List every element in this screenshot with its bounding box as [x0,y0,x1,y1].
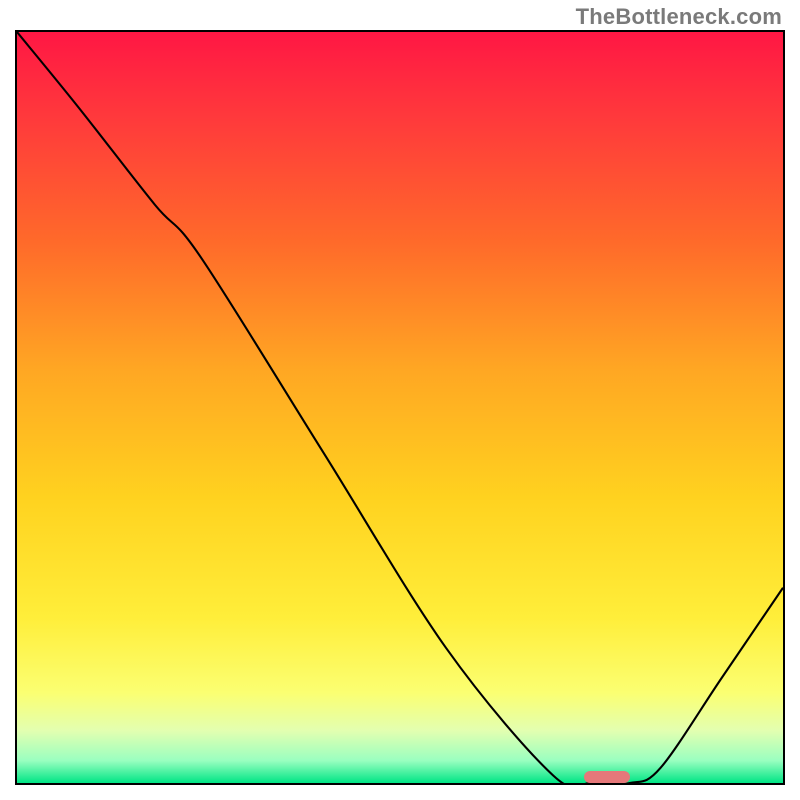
plot-frame [15,30,785,785]
chart-container: TheBottleneck.com [0,0,800,800]
bottleneck-curve [17,32,783,783]
watermark-text: TheBottleneck.com [576,4,782,30]
optimal-range-marker [584,771,630,783]
